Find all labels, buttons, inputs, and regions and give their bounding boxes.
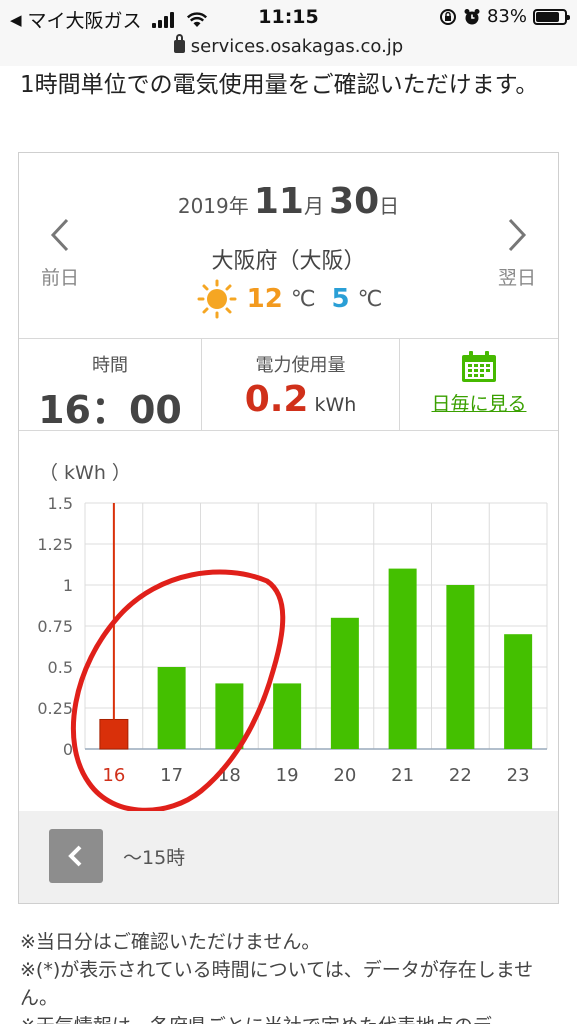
- rotation-lock-icon: [439, 8, 456, 25]
- usage-cell: 電力使用量 0.2 kWh: [202, 339, 400, 431]
- month: 11: [253, 181, 304, 222]
- y-tick-label: 1.5: [48, 494, 73, 513]
- daily-view-link[interactable]: 日毎に見る: [400, 389, 558, 416]
- prev-hours-label: 〜15時: [123, 847, 186, 869]
- y-tick-label: 1.25: [37, 535, 73, 554]
- weather-row: 12 ℃ 5 ℃: [19, 279, 558, 319]
- lock-icon: [173, 34, 185, 53]
- info-row: 時間 16：00 電力使用量 0.2 kWh 日毎に見る: [19, 339, 558, 432]
- notes: ※当日分はご確認いただけません。 ※(*)が表示されている時間については、データ…: [20, 928, 560, 1024]
- usage-header: 電力使用量: [255, 355, 346, 376]
- x-tick-label: 20: [333, 765, 356, 786]
- y-tick-label: 1: [63, 576, 73, 595]
- temp-high: 12: [246, 284, 283, 314]
- battery-icon: [533, 8, 570, 25]
- alarm-icon: [464, 8, 480, 24]
- note-item: ※天気情報は、各府県ごとに当社で定めた代表地点のデ: [20, 1012, 560, 1024]
- temp-low-unit: ℃: [357, 286, 383, 312]
- intro-text: 1時間単位での電気使用量をご確認いただけます。: [20, 72, 539, 98]
- usage-value: 0.2: [244, 379, 309, 420]
- usage-chart: （ kWh ） 1.5 1.25 1 0.75 0.5 0.25 0 16 17 18 19 20 21 2…: [19, 431, 558, 811]
- bar-chart: （ kWh ）1.51.2510.750.50.25016 17 18 19 20 21 2…: [37, 462, 548, 811]
- x-tick-label: 17: [160, 765, 183, 786]
- chevron-left-icon: [68, 845, 82, 867]
- day-suffix: 日: [379, 194, 400, 218]
- bar: [157, 667, 186, 749]
- bar: [330, 617, 359, 749]
- status-bar: ◀ マイ大阪ガス 11:15 83%: [0, 0, 577, 36]
- month-suffix: 月: [303, 194, 324, 218]
- bar: [504, 634, 533, 749]
- usage-unit: kWh: [314, 394, 357, 416]
- temp-low: 5: [331, 284, 350, 314]
- note-item: ※当日分はご確認いただけません。: [20, 931, 321, 953]
- y-tick-label: 0: [63, 740, 73, 759]
- bar: [446, 585, 475, 749]
- url-bar[interactable]: services.osakagas.co.jp: [0, 34, 577, 66]
- x-tick-label: 21: [391, 765, 414, 786]
- note-item: ※(*)が表示されている時間については、データが存在しません。: [20, 959, 534, 1009]
- prev-hours-button[interactable]: [49, 829, 103, 883]
- pager: 〜15時: [19, 811, 558, 903]
- prefecture-label: 大阪府（大阪）: [211, 249, 366, 274]
- battery-percent: 83%: [486, 6, 527, 27]
- y-tick-label: 0.5: [48, 658, 73, 677]
- x-tick-label: 23: [507, 765, 530, 786]
- y-tick-label: 0.75: [37, 617, 73, 636]
- daily-view-cell[interactable]: 日毎に見る: [400, 339, 558, 431]
- date-display: 2019年 11月 30日: [19, 181, 558, 222]
- year-suffix: 年: [228, 194, 249, 218]
- time-value: 16：00: [38, 388, 182, 432]
- time-cell: 時間 16：00: [19, 339, 202, 432]
- bar: [388, 568, 417, 749]
- temp-high-unit: ℃: [290, 286, 316, 312]
- x-tick-label: 16: [102, 765, 125, 786]
- y-tick-label: 0.25: [37, 699, 73, 718]
- day: 30: [329, 181, 380, 222]
- day-header: 前日 翌日 2019年 11月 30日 大阪府（大阪） 12 ℃ 5 ℃: [19, 153, 558, 339]
- x-tick-label: 22: [449, 765, 472, 786]
- url-text[interactable]: services.osakagas.co.jp: [191, 36, 403, 57]
- sun-icon: [197, 279, 237, 319]
- bar: [273, 683, 302, 749]
- time-header: 時間: [92, 355, 128, 376]
- status-right: 83%: [439, 6, 570, 27]
- usage-value-row: 0.2 kWh: [202, 379, 399, 420]
- bar-selected: [99, 718, 129, 750]
- x-tick-label: 19: [276, 765, 299, 786]
- bar: [215, 683, 244, 749]
- calendar-icon[interactable]: [461, 351, 497, 383]
- year: 2019: [177, 194, 229, 218]
- y-unit-label: （ kWh ）: [39, 462, 131, 484]
- usage-card: 前日 翌日 2019年 11月 30日 大阪府（大阪） 12 ℃ 5 ℃ 時間 …: [18, 152, 559, 904]
